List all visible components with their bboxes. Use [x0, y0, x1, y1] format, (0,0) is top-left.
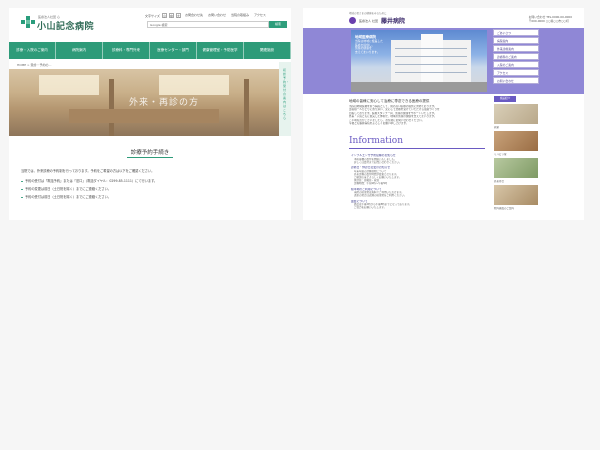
- menu-item[interactable]: 診療科のご案内: [493, 53, 539, 60]
- menu-item[interactable]: 病院案内: [493, 37, 539, 44]
- hero-image: 外来・再診の方: [9, 69, 291, 136]
- top-links: お問合わせ先 お問い合わせ 当院の取組み アクセス: [185, 13, 266, 17]
- hospital-logo-icon: [349, 17, 356, 24]
- intro-text: 当院では、外来診療の予約制を行っております。予約をご希望の方は以下をご確認くださ…: [21, 169, 155, 173]
- hospital-logo-icon[interactable]: [21, 16, 35, 28]
- fujii-hospital-page: 地域の皆さまの健康を守るために 医療法人 社団 藤井病院 お問い合わせ TEL.…: [303, 8, 584, 220]
- global-nav: 診療・入院のご案内 病院案内 診療科・専門外来 医療センター・部門 健康管理室・…: [9, 42, 291, 59]
- header-contact: お問い合わせ TEL.0000-00-0000 〒000-0000 ○○県○○市…: [528, 15, 572, 23]
- nav-item[interactable]: 医療センター・部門: [150, 42, 197, 59]
- page-content: 当院では、外来診療の予約制を行っております。予約をご希望の方は以下をご確認くださ…: [21, 169, 281, 203]
- menu-item[interactable]: ごあいさつ: [493, 29, 539, 36]
- top-link[interactable]: アクセス: [254, 13, 266, 17]
- intro-text: 当院は地域医療を担う病院として、質の高い医療の提供に努めております。 患者様一人…: [349, 105, 485, 125]
- facility-caption: リハビリ室: [494, 153, 507, 156]
- header-slogan: 地域の皆さまの健康を守るために: [349, 12, 387, 15]
- nav-item[interactable]: 関連施設: [244, 42, 291, 59]
- font-size-small-button[interactable]: 小: [161, 13, 167, 18]
- font-size-large-button[interactable]: 大: [175, 13, 181, 18]
- side-menu: ごあいさつ 病院案内 外来診療案内 診療科のご案内 入院のご案内 アクセス お問…: [493, 29, 539, 85]
- search-input[interactable]: Google 検索: [147, 21, 269, 28]
- facility-thumbnail[interactable]: [494, 158, 538, 178]
- list-item: 予約の変更は前日（土日祝を除く）までにご連絡ください。: [21, 187, 281, 191]
- photo-caption: 地域医療病院 当院は地域に根差した 医療を提供し、 皆様の健康を 支えてまいりま…: [355, 35, 393, 55]
- information-divider: [349, 148, 485, 149]
- menu-item[interactable]: 外来診療案内: [493, 45, 539, 52]
- page-title: 診療予約手続き: [130, 150, 170, 156]
- site-search: Google 検索 検索: [147, 21, 287, 28]
- menu-item[interactable]: お問い合わせ: [493, 77, 539, 84]
- font-size-switcher: 文字サイズ 小 中 大: [145, 13, 181, 18]
- top-link[interactable]: お問合わせ先: [185, 13, 203, 17]
- facility-sidebar: 施設紹介 病室 リハビリ室 外来待合 院内施設のご案内: [494, 96, 538, 212]
- facility-caption: 院内施設のご案内: [494, 207, 515, 210]
- nav-item[interactable]: 診療科・専門外来: [103, 42, 150, 59]
- hero-title: 外来・再診の方: [129, 98, 200, 108]
- font-size-label: 文字サイズ: [145, 13, 160, 18]
- menu-item[interactable]: 入院のご案内: [493, 61, 539, 68]
- search-button[interactable]: 検索: [269, 21, 287, 28]
- facility-thumbnail[interactable]: [494, 131, 538, 151]
- hospital-logo[interactable]: 医療法人 社団 藤井病院: [349, 16, 405, 25]
- menu-item[interactable]: アクセス: [493, 69, 539, 76]
- hospital-building-photo: 地域医療病院 当院は地域に根差した 医療を提供し、 皆様の健康を 支えてまいりま…: [351, 30, 487, 92]
- photo-caption-line: 支えてまいります。: [355, 50, 380, 55]
- side-reservation-tab[interactable]: 初診予約・受付の案内はこちら: [279, 62, 291, 136]
- logo-name: 藤井病院: [380, 18, 405, 25]
- site-header: 医療法人社団 心 小山記念病院 文字サイズ 小 中 大 お問合わせ先 お問い合わ…: [9, 8, 291, 34]
- news-detail: 満車の場合は近隣の駐車場をご利用ください。: [354, 194, 407, 198]
- logo-name[interactable]: 小山記念病院: [37, 19, 94, 32]
- facility-thumbnail[interactable]: [494, 104, 538, 124]
- news-detail: 詳しくは受付までお問い合わせください。: [354, 160, 402, 164]
- logo-corp: 医療法人 社団: [359, 18, 378, 23]
- news-list: インフルエンザ予防接種のお知らせ 予防接種の受付を開始いたしました。 詳しくは受…: [351, 152, 485, 210]
- facility-caption: 病室: [494, 126, 500, 129]
- koyama-hospital-page: 医療法人社団 心 小山記念病院 文字サイズ 小 中 大 お問合わせ先 お問い合わ…: [9, 8, 291, 220]
- breadcrumb[interactable]: HOME > 受診・予約の…: [17, 63, 52, 67]
- nav-item[interactable]: 健康管理室・予防医学: [197, 42, 244, 59]
- side-tab-label: 初診予約・受付の案内はこちら: [283, 68, 290, 120]
- news-detail: ご協力をお願いいたします。: [354, 206, 387, 210]
- intro-line: 今後とも藤井病院をよろしくお願い申し上げます。: [349, 122, 409, 126]
- top-link[interactable]: お問い合わせ: [208, 13, 226, 17]
- facility-caption: 外来待合: [494, 180, 505, 183]
- facility-heading: 施設紹介: [494, 96, 516, 102]
- top-link[interactable]: 当院の取組み: [231, 13, 249, 17]
- news-detail: 診療時間：午前9時〜午後5時: [354, 182, 388, 186]
- contact-line: 〒000-0000 ○○県○○市○○町: [528, 18, 569, 23]
- intro-title: 地域の皆様に安心して治療に専念できる医療の提供: [349, 99, 430, 103]
- font-size-medium-button[interactable]: 中: [168, 13, 174, 18]
- list-item: 予約の受付は前日（土日祝を除く）までにご連絡ください。: [21, 195, 281, 199]
- nav-item[interactable]: 病院案内: [56, 42, 103, 59]
- information-heading: Information: [349, 136, 404, 146]
- nav-item[interactable]: 診療・入院のご案内: [9, 42, 56, 59]
- list-item: 予約の受付は「電話予約」または「窓口」（電話ダイヤル：0299-85-1111）…: [21, 179, 281, 183]
- title-underline: [127, 157, 173, 158]
- facility-thumbnail[interactable]: [494, 185, 538, 205]
